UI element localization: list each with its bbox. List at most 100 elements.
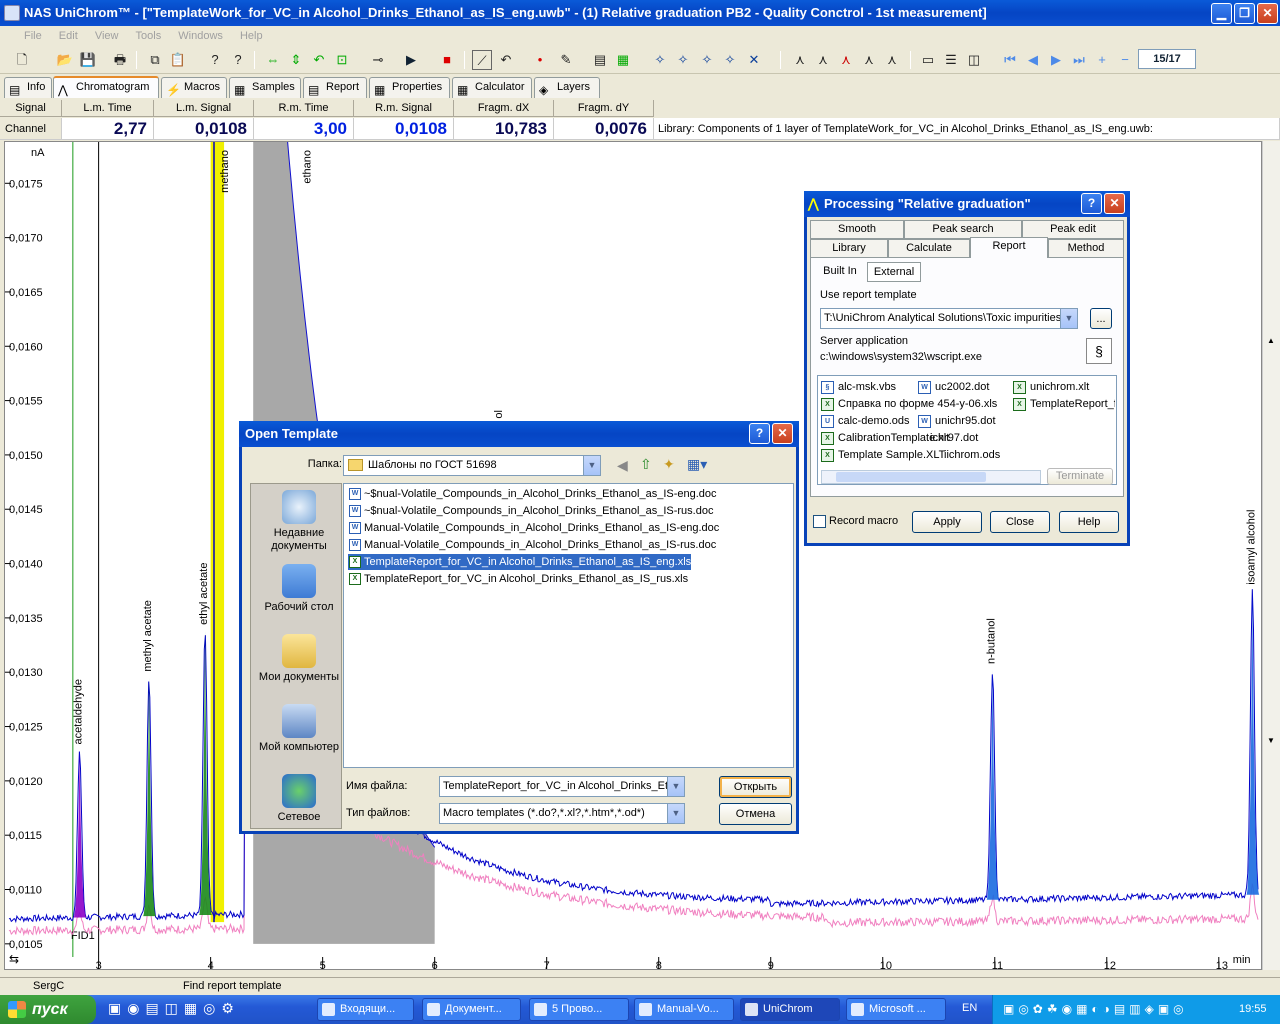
taskbar-item-word[interactable]: Manual-Vo... xyxy=(634,998,734,1021)
layout-rows-icon[interactable]: ☰ xyxy=(941,50,961,70)
menu-file[interactable]: File xyxy=(6,26,42,46)
template-path-select[interactable]: T:\UniChrom Analytical Solutions\Toxic i… xyxy=(820,308,1078,329)
quick-launch-icons[interactable]: ▣◉▤◫▦◎⚙ xyxy=(108,1000,240,1017)
copy-icon[interactable]: ⧉ xyxy=(145,50,165,70)
filename-input[interactable]: TemplateReport_for_VC_in Alcohol_Drinks_… xyxy=(439,776,685,797)
report-files-list[interactable]: § alc-msk.vbs Wuc2002.dot Xunichrom.xlt X… xyxy=(817,375,1117,485)
marker-icon[interactable]: • xyxy=(530,50,550,70)
tab-layers[interactable]: ◈ Layers xyxy=(534,77,600,98)
pen-icon[interactable]: ✎ xyxy=(556,50,576,70)
script-host-icon[interactable]: § xyxy=(1086,338,1112,364)
next-icon[interactable]: ▶ xyxy=(1046,50,1066,70)
taskbar-item-unichrom[interactable]: UniChrom xyxy=(740,998,840,1021)
export-icon[interactable]: ▦ xyxy=(613,50,633,70)
tab-samples[interactable]: ▦ Samples xyxy=(229,77,301,98)
fit-horizontal-icon[interactable]: ⇔ xyxy=(263,50,283,70)
valley-icon[interactable]: ⋏ xyxy=(813,50,833,70)
taskbar-item-explorer[interactable]: 5 Прово... xyxy=(529,998,629,1021)
up-folder-icon[interactable]: ⇧ xyxy=(640,456,652,473)
taskbar-item-excel[interactable]: Microsoft ... xyxy=(846,998,946,1021)
terminate-button[interactable]: Terminate xyxy=(1047,468,1113,485)
report-file-item[interactable]: Xunichrom.xlt xyxy=(1013,379,1089,395)
file-item[interactable]: X TemplateReport_for_VC_in Alcohol_Drinks… xyxy=(348,571,688,587)
tray-icons[interactable]: ▣◎✿☘◉▦◐◑▤▥◈▣◎ xyxy=(1003,995,1188,1024)
language-indicator[interactable]: EN xyxy=(962,1002,977,1014)
draw-baseline-icon[interactable]: ⟋ xyxy=(472,50,492,70)
dialog-help-button[interactable]: ? xyxy=(749,423,770,444)
menu-tools[interactable]: Tools xyxy=(136,26,162,46)
tab-calculate[interactable]: Calculate xyxy=(888,239,970,258)
file-item[interactable]: W ~$nual-Volatile_Compounds_in_Alcohol_Dr… xyxy=(348,503,713,519)
place-desktop[interactable]: Рабочий стол xyxy=(251,564,347,614)
tab-method[interactable]: Method xyxy=(1048,239,1124,258)
tab-library[interactable]: Library xyxy=(810,239,888,258)
subtab-external[interactable]: External xyxy=(867,262,921,282)
help-icon[interactable]: ? xyxy=(205,50,225,70)
add-icon[interactable]: + xyxy=(1092,50,1112,70)
tangent-icon[interactable]: ⋏ xyxy=(836,50,856,70)
open-button[interactable]: Открыть xyxy=(719,776,792,798)
tab-properties[interactable]: ▦ Properties xyxy=(369,77,450,98)
maximize-button[interactable]: ❐ xyxy=(1234,3,1255,24)
prev-icon[interactable]: ◀ xyxy=(1023,50,1043,70)
edit-peak-icon[interactable]: ✧ xyxy=(720,50,740,70)
prev-peak-icon[interactable]: ✧ xyxy=(650,50,670,70)
link-icon[interactable]: ⊸ xyxy=(368,50,388,70)
open-folder-icon[interactable]: 📂 xyxy=(55,50,75,70)
menu-edit[interactable]: Edit xyxy=(59,26,78,46)
context-help-icon[interactable]: ? xyxy=(228,50,248,70)
scroll-up-icon[interactable]: ▲ xyxy=(1267,336,1275,345)
first-icon[interactable]: ⏮ xyxy=(1000,50,1020,70)
report-file-item[interactable]: X Template Sample.XLT xyxy=(821,447,945,463)
close-button[interactable]: Close xyxy=(990,511,1050,533)
view-menu-icon[interactable]: ▦▾ xyxy=(687,456,707,473)
delete-peak-icon[interactable]: ✕ xyxy=(744,50,764,70)
place-documents[interactable]: Мои документы xyxy=(251,634,347,684)
processing-help-button[interactable]: ? xyxy=(1081,193,1102,214)
close-button[interactable]: ✕ xyxy=(1257,3,1278,24)
file-item[interactable]: W ~$nual-Volatile_Compounds_in_Alcohol_Dr… xyxy=(348,486,717,502)
file-item[interactable]: W Manual-Volatile_Compounds_in_Alcohol_Dr… xyxy=(348,537,716,553)
help-button[interactable]: Help xyxy=(1059,511,1119,533)
filetype-select[interactable]: Macro templates (*.do?,*.xl?,*.htm*,*.od… xyxy=(439,803,685,824)
tab-report[interactable]: ▤ Report xyxy=(303,77,367,98)
menu-windows[interactable]: Windows xyxy=(178,26,223,46)
undo-zoom-icon[interactable]: ↶ xyxy=(309,50,329,70)
next-peak-icon[interactable]: ✧ xyxy=(673,50,693,70)
report-file-item[interactable]: iichrom.ods xyxy=(944,447,1000,463)
chevron-down-icon[interactable]: ▼ xyxy=(667,777,684,796)
folder-select[interactable]: Шаблоны по ГОСТ 51698 ▼ xyxy=(343,455,601,476)
undo-icon[interactable]: ↶ xyxy=(496,50,516,70)
report-file-item[interactable]: Wunichr95.dot xyxy=(918,413,996,429)
vertical-scrollbar[interactable]: ▲ ▼ xyxy=(1262,141,1280,970)
tab-info[interactable]: ▤ Info xyxy=(4,77,52,98)
horizontal-scrollbar[interactable] xyxy=(821,470,1041,484)
chevron-down-icon[interactable]: ▼ xyxy=(667,804,684,823)
print-icon[interactable]: 🖶 xyxy=(110,50,130,70)
dialog-close-button[interactable]: ✕ xyxy=(772,423,793,444)
minimize-button[interactable]: ▁ xyxy=(1211,3,1232,24)
place-network[interactable]: Сетевое xyxy=(251,774,347,824)
paste-icon[interactable]: 📋 xyxy=(168,50,188,70)
tab-chromatogram[interactable]: ⋀ Chromatogram xyxy=(53,76,159,98)
place-computer[interactable]: Мой компьютер xyxy=(251,704,347,754)
report-file-item[interactable]: Ucalc-demo.ods xyxy=(821,413,910,429)
new-folder-icon[interactable]: ✦ xyxy=(663,456,675,473)
tab-smooth[interactable]: Smooth xyxy=(810,220,904,239)
report-file-item[interactable]: Wuc2002.dot xyxy=(918,379,989,395)
scroll-thumb[interactable] xyxy=(836,472,986,482)
start-button[interactable]: пуск xyxy=(0,995,96,1024)
add-peak-icon[interactable]: ✧ xyxy=(697,50,717,70)
back-icon[interactable]: ◀ xyxy=(617,457,628,474)
tab-macros[interactable]: ⚡ Macros xyxy=(161,77,227,98)
menu-view[interactable]: View xyxy=(95,26,119,46)
fit-vertical-icon[interactable]: ⇕ xyxy=(286,50,306,70)
processing-close-button[interactable]: ✕ xyxy=(1104,193,1125,214)
cancel-button[interactable]: Отмена xyxy=(719,803,792,825)
browse-button[interactable]: ... xyxy=(1090,308,1112,329)
save-icon[interactable]: 💾 xyxy=(78,50,98,70)
apply-button[interactable]: Apply xyxy=(912,511,982,533)
stop-icon[interactable]: ■ xyxy=(437,50,457,70)
record-macro-checkbox[interactable] xyxy=(813,515,826,528)
script-icon[interactable]: ▤ xyxy=(590,50,610,70)
